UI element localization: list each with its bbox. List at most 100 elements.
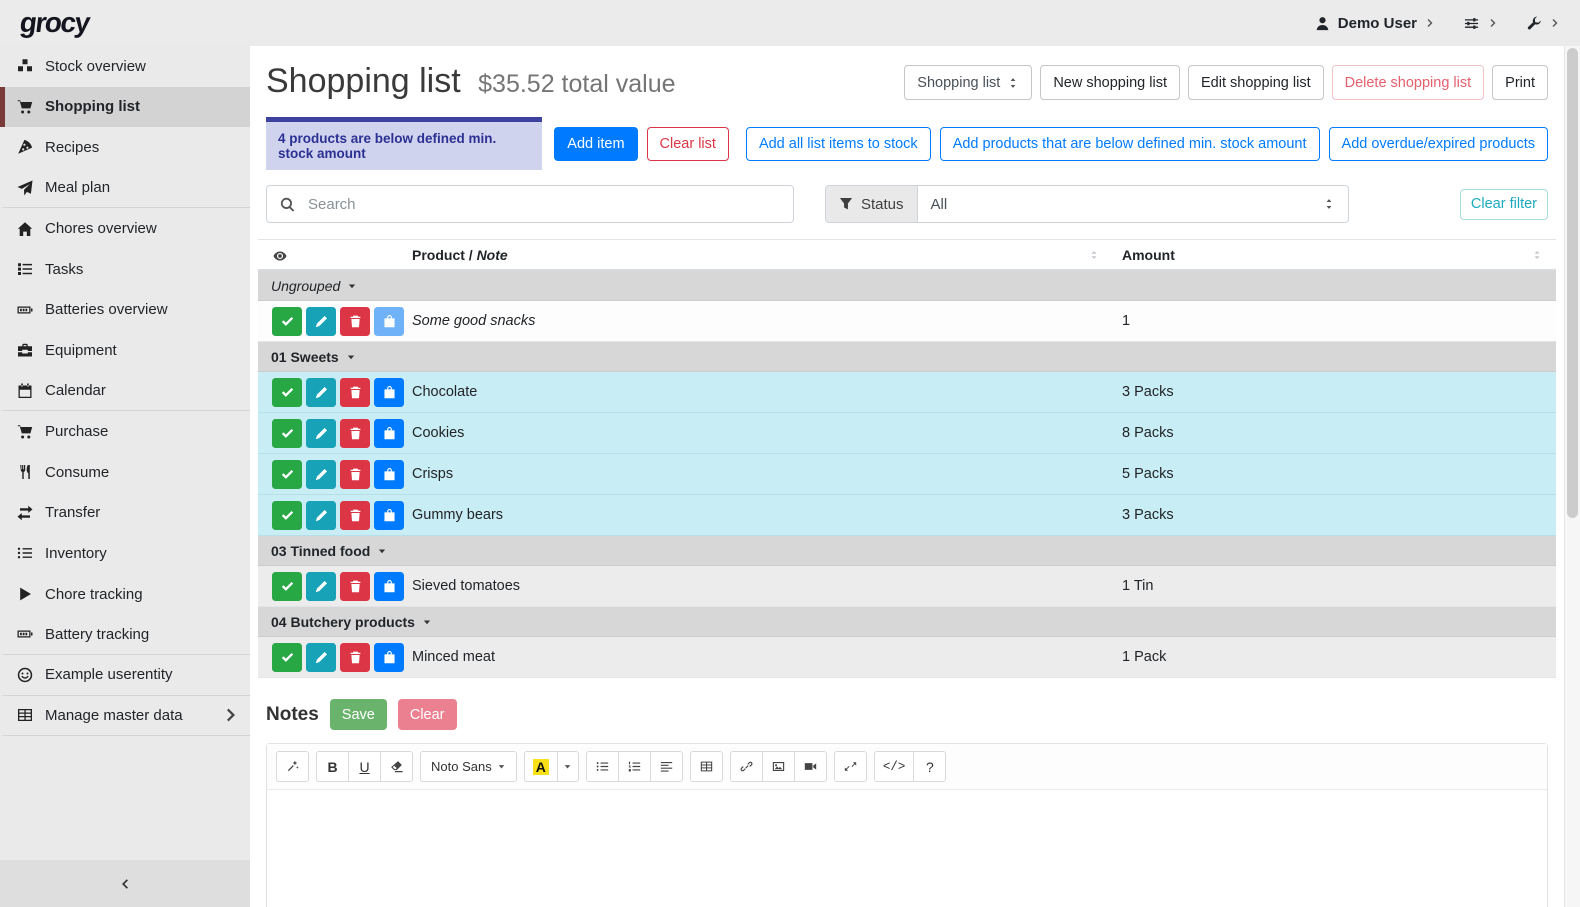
- insert-table-button[interactable]: [690, 751, 723, 782]
- insert-video-button[interactable]: [794, 751, 827, 782]
- mark-done-button[interactable]: [272, 378, 302, 407]
- add-below-min-stock-button[interactable]: Add products that are below defined min.…: [940, 127, 1320, 161]
- sidebar-item-label: Batteries overview: [45, 301, 168, 318]
- delete-item-button[interactable]: [340, 378, 370, 407]
- add-to-stock-button[interactable]: [374, 419, 404, 448]
- mark-done-button[interactable]: [272, 307, 302, 336]
- trash-icon: [349, 580, 362, 593]
- highlight-swatch: A: [533, 759, 549, 775]
- settings-menu[interactable]: [1463, 16, 1498, 31]
- min-stock-alert[interactable]: 4 products are below defined min. stock …: [266, 117, 542, 170]
- sidebar-item-recipes[interactable]: Recipes: [0, 127, 250, 168]
- sidebar-item-equipment[interactable]: Equipment: [0, 330, 250, 371]
- save-notes-button[interactable]: Save: [330, 699, 387, 730]
- insert-picture-button[interactable]: [762, 751, 795, 782]
- sidebar-item-chores-overview[interactable]: Chores overview: [0, 208, 250, 249]
- edit-item-button[interactable]: [306, 307, 336, 336]
- sidebar-item-stock-overview[interactable]: Stock overview: [0, 46, 250, 87]
- sidebar-item-chore-tracking[interactable]: Chore tracking: [0, 574, 250, 615]
- add-to-stock-button[interactable]: [374, 643, 404, 672]
- magic-wand-button[interactable]: [276, 751, 309, 782]
- search-input[interactable]: [306, 195, 780, 214]
- product-column-header[interactable]: Product / Note: [408, 247, 1112, 263]
- sidebar-item-example-userentity[interactable]: Example userentity: [0, 655, 250, 696]
- group-header-sweets[interactable]: 01 Sweets: [258, 342, 1556, 372]
- shopping-list-select[interactable]: Shopping list: [904, 65, 1032, 100]
- clear-list-button[interactable]: Clear list: [647, 127, 729, 161]
- ordered-list-button[interactable]: [618, 751, 651, 782]
- mark-done-button[interactable]: [272, 643, 302, 672]
- page-scrollbar[interactable]: [1564, 46, 1580, 907]
- mark-done-button[interactable]: [272, 572, 302, 601]
- status-select[interactable]: All: [918, 185, 1349, 223]
- unordered-list-button[interactable]: [586, 751, 619, 782]
- clear-notes-button[interactable]: Clear: [398, 699, 457, 730]
- highlight-color-button[interactable]: A: [524, 751, 558, 782]
- sidebar-item-batteries-overview[interactable]: Batteries overview: [0, 290, 250, 331]
- print-button[interactable]: Print: [1492, 65, 1548, 100]
- sidebar-item-consume[interactable]: Consume: [0, 452, 250, 493]
- add-to-stock-button[interactable]: [374, 501, 404, 530]
- new-shopping-list-button[interactable]: New shopping list: [1040, 65, 1180, 100]
- add-to-stock-button[interactable]: [374, 307, 404, 336]
- add-all-to-stock-button[interactable]: Add all list items to stock: [746, 127, 931, 161]
- edit-item-button[interactable]: [306, 501, 336, 530]
- delete-item-button[interactable]: [340, 572, 370, 601]
- sidebar-item-transfer[interactable]: Transfer: [0, 493, 250, 534]
- group-header-butchery-products[interactable]: 04 Butchery products: [258, 607, 1556, 637]
- admin-menu[interactable]: [1526, 16, 1560, 31]
- delete-item-button[interactable]: [340, 643, 370, 672]
- sidebar-item-battery-tracking[interactable]: Battery tracking: [0, 614, 250, 655]
- add-overdue-button[interactable]: Add overdue/expired products: [1329, 127, 1548, 161]
- edit-shopping-list-button[interactable]: Edit shopping list: [1188, 65, 1324, 100]
- sidebar-item-tasks[interactable]: Tasks: [0, 249, 250, 290]
- clear-formatting-button[interactable]: [380, 751, 413, 782]
- delete-item-button[interactable]: [340, 419, 370, 448]
- user-menu[interactable]: Demo User: [1315, 15, 1435, 32]
- add-item-button[interactable]: Add item: [554, 127, 637, 161]
- underline-button[interactable]: U: [348, 751, 381, 782]
- clear-filter-button[interactable]: Clear filter: [1460, 189, 1548, 220]
- visibility-column-header[interactable]: [258, 246, 408, 262]
- amount-column-header[interactable]: Amount: [1112, 247, 1556, 263]
- app-logo[interactable]: grocy: [14, 7, 91, 39]
- add-to-stock-button[interactable]: [374, 460, 404, 489]
- notes-section-header: Notes Save Clear: [266, 699, 1548, 730]
- add-to-stock-button[interactable]: [374, 378, 404, 407]
- sidebar-collapse-button[interactable]: [0, 860, 250, 907]
- edit-item-button[interactable]: [306, 572, 336, 601]
- up-down-icon: [1007, 77, 1019, 89]
- edit-item-button[interactable]: [306, 419, 336, 448]
- table-row: Sieved tomatoes 1 Tin: [258, 566, 1556, 607]
- help-button[interactable]: ?: [913, 751, 946, 782]
- mark-done-button[interactable]: [272, 501, 302, 530]
- delete-shopping-list-button[interactable]: Delete shopping list: [1332, 65, 1485, 100]
- delete-item-button[interactable]: [340, 501, 370, 530]
- scrollbar-thumb[interactable]: [1567, 48, 1578, 518]
- sidebar-item-inventory[interactable]: Inventory: [0, 533, 250, 574]
- sidebar-item-shopping-list[interactable]: Shopping list: [0, 87, 250, 128]
- mark-done-button[interactable]: [272, 460, 302, 489]
- edit-item-button[interactable]: [306, 643, 336, 672]
- delete-item-button[interactable]: [340, 460, 370, 489]
- paragraph-align-button[interactable]: [650, 751, 683, 782]
- sidebar-item-meal-plan[interactable]: Meal plan: [0, 168, 250, 209]
- group-header-ungrouped[interactable]: Ungrouped: [258, 271, 1556, 301]
- font-family-select[interactable]: Noto Sans: [420, 751, 517, 782]
- insert-link-button[interactable]: [730, 751, 763, 782]
- edit-item-button[interactable]: [306, 378, 336, 407]
- bold-button[interactable]: B: [316, 751, 349, 782]
- highlight-color-dropdown[interactable]: [557, 751, 579, 782]
- mark-done-button[interactable]: [272, 419, 302, 448]
- delete-item-button[interactable]: [340, 307, 370, 336]
- code-view-button[interactable]: </>: [874, 751, 915, 782]
- sidebar-item-calendar[interactable]: Calendar: [0, 371, 250, 412]
- add-to-stock-button[interactable]: [374, 572, 404, 601]
- note-editor-body[interactable]: [267, 790, 1547, 907]
- status-select-value: All: [931, 196, 948, 213]
- edit-item-button[interactable]: [306, 460, 336, 489]
- sidebar-item-purchase[interactable]: Purchase: [0, 411, 250, 452]
- fullscreen-button[interactable]: [834, 751, 867, 782]
- sidebar-item-manage-master-data[interactable]: Manage master data: [0, 696, 250, 737]
- group-header-tinned-food[interactable]: 03 Tinned food: [258, 536, 1556, 566]
